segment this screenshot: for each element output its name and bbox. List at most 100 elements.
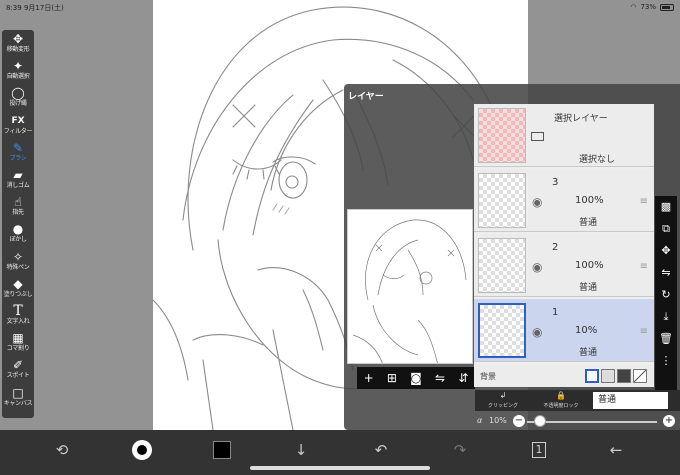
visibility-eye-icon[interactable]: ◉ (532, 325, 542, 339)
layer-panel-title: レイヤー (348, 92, 384, 102)
tool-canvas[interactable]: □ キャンバス (2, 386, 34, 410)
left-toolbar: ✥ 移動変形 ✦ 自動選択 ◯ 投げ縄 FX フィルター ✎ ブラシ ▰ 消しゴム ☝ 指先 … (2, 30, 34, 418)
visibility-eye-icon[interactable]: ◉ (532, 260, 542, 274)
add-layer-plus-icon[interactable]: ⊞ (387, 371, 397, 385)
layer-number: 1 (552, 307, 559, 318)
trash-icon[interactable]: 🗑 (655, 328, 677, 350)
layer-thumbnail (478, 173, 526, 228)
background-transparent-swatch[interactable] (601, 369, 615, 383)
selection-layer-title: 選択レイヤー (554, 114, 608, 124)
finger-icon: ☝ (14, 195, 22, 209)
layer-side-toolbar: ▩ ⧉ ✥ ⇋ ↻ ⤓ 🗑 ⋮ (655, 196, 677, 396)
tool-label: 特殊ペン (6, 264, 30, 271)
flip-icon[interactable]: ⇋ (655, 262, 677, 284)
tool-label: キャンバス (3, 400, 33, 407)
layers-count-icon[interactable]: 1 (527, 438, 551, 462)
tool-label: 消しゴム (6, 182, 30, 189)
checker-icon[interactable]: ▩ (655, 196, 677, 218)
selection-layer-row[interactable]: 選択レイヤー 選択なし (474, 104, 654, 167)
flip-vertical-icon[interactable]: ⇵ (458, 371, 468, 385)
status-indicators: ◠ 73% (630, 3, 674, 11)
fill-icon: ◆ (13, 277, 23, 291)
opacity-slider-track[interactable] (527, 421, 657, 423)
opacity-decrease-button[interactable]: − (513, 415, 525, 427)
status-time: 8:39 9月17日(土) (6, 3, 64, 13)
tool-label: 指先 (12, 209, 24, 216)
tool-filter[interactable]: FX フィルター (2, 114, 34, 138)
tool-magic-wand[interactable]: ✦ 自動選択 (2, 59, 34, 83)
redo-icon[interactable]: ↷ (448, 438, 472, 462)
transform-rotate-icon[interactable]: ⟲ (50, 438, 74, 462)
blend-mode-select[interactable]: 普通 (593, 392, 668, 409)
drag-handle-icon[interactable]: ≡ (640, 326, 648, 337)
flip-horizontal-icon[interactable]: ⇋ (435, 371, 445, 385)
add-layer-icon[interactable]: + (364, 371, 374, 385)
layer-panel: レイヤー + ⊞ ◙ ⇋ ⇵ 選択レイヤー 選択なし 3 ◉ 100% 普通 ≡… (344, 84, 680, 430)
background-label: 背景 (480, 372, 496, 381)
tool-blur[interactable]: ● ぼかし (2, 222, 34, 246)
tool-eraser[interactable]: ▰ 消しゴム (2, 168, 34, 192)
brush-icon: ✎ (12, 141, 24, 155)
layer-blend-mode: 普通 (579, 218, 598, 228)
move-transform-icon: ✥ (12, 32, 24, 46)
background-white-swatch[interactable] (585, 369, 599, 383)
text-icon: T (13, 303, 23, 319)
layer-thumbnail (478, 303, 526, 358)
tool-special-pen[interactable]: ✧ 特殊ペン (2, 250, 34, 274)
tool-lasso[interactable]: ◯ 投げ縄 (2, 86, 34, 110)
opacity-increase-button[interactable]: + (663, 415, 675, 427)
undo-icon[interactable]: ↶ (369, 438, 393, 462)
tool-brush[interactable]: ✎ ブラシ (2, 141, 34, 165)
layer-number: 2 (552, 242, 559, 253)
battery-percent: 73% (640, 3, 656, 11)
layer-row[interactable]: 3 ◉ 100% 普通 ≡ (474, 169, 654, 232)
tool-label: コマ割り (6, 345, 30, 352)
selection-layer-thumbnail (478, 108, 526, 163)
background-dark-swatch[interactable] (617, 369, 631, 383)
eraser-icon: ▰ (13, 168, 23, 182)
brush-size-icon[interactable] (130, 438, 154, 462)
wifi-icon: ◠ (630, 3, 637, 11)
battery-icon (660, 3, 674, 11)
layer-row[interactable]: 2 ◉ 100% 普通 ≡ (474, 234, 654, 297)
rotate-icon[interactable]: ↻ (655, 284, 677, 306)
tool-frame-divider[interactable]: ▦ コマ割り (2, 331, 34, 355)
layer-number: 3 (552, 177, 559, 188)
more-options-icon[interactable]: ⋮ (655, 350, 677, 372)
lasso-icon: ◯ (11, 86, 25, 100)
frame-icon: ▦ (12, 331, 24, 345)
drag-handle-icon[interactable]: ≡ (640, 196, 648, 207)
drag-handle-icon[interactable]: ≡ (640, 261, 648, 272)
back-arrow-icon[interactable]: ← (604, 438, 628, 462)
merge-down-icon[interactable]: ⤓ (655, 306, 677, 328)
layer-opacity: 10% (575, 325, 598, 336)
tool-fill[interactable]: ◆ 塗りつぶし (2, 277, 34, 301)
visibility-eye-icon[interactable]: ◉ (532, 195, 542, 209)
special-pen-icon: ✧ (12, 250, 24, 264)
canvas-icon: □ (12, 386, 24, 400)
merge-select-icon[interactable]: ⧉ (655, 218, 677, 240)
camera-icon[interactable]: ◙ (410, 371, 422, 385)
tool-finger[interactable]: ☝ 指先 (2, 195, 34, 219)
tool-eyedropper[interactable]: ✐ スポイト (2, 358, 34, 382)
opacity-slider-thumb[interactable] (534, 415, 546, 427)
tool-label: スポイト (6, 372, 30, 379)
clipping-button[interactable]: ↲ クリッピング (475, 390, 531, 411)
alpha-value: 10% (489, 416, 507, 425)
download-arrow-icon[interactable]: ↓ (289, 438, 313, 462)
opacity-row: α 10% − + (475, 413, 680, 430)
layer-blend-mode: 普通 (579, 283, 598, 293)
magic-wand-icon: ✦ (12, 59, 24, 73)
blend-bar: ↲ クリッピング 🔒 不透明度ロック 普通 (475, 390, 680, 411)
color-swatch[interactable] (210, 438, 234, 462)
background-none-swatch[interactable] (633, 369, 647, 383)
layer-preview-thumbnail (347, 209, 473, 364)
status-date: 9月17日(土) (23, 4, 64, 12)
tool-move-transform[interactable]: ✥ 移動変形 (2, 32, 34, 56)
layer-row-selected[interactable]: 1 ◉ 10% 普通 ≡ (474, 299, 654, 362)
alpha-lock-button[interactable]: 🔒 不透明度ロック (533, 390, 589, 411)
move-layer-icon[interactable]: ✥ (655, 240, 677, 262)
tool-text[interactable]: T 文字入れ (2, 304, 34, 328)
clipping-icon: ↲ (499, 391, 507, 400)
tool-label: ブラシ (9, 155, 27, 162)
